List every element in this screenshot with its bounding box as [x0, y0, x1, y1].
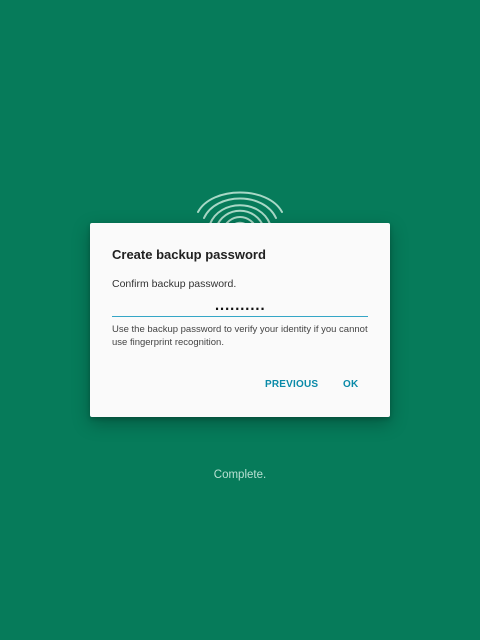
password-field[interactable]	[112, 296, 368, 317]
ok-button[interactable]: OK	[339, 377, 362, 392]
dialog-help-text: Use the backup password to verify your i…	[112, 324, 368, 348]
previous-button[interactable]: PREVIOUS	[261, 377, 322, 392]
status-text: Complete.	[213, 469, 267, 481]
dialog-title: Create backup password	[112, 247, 266, 262]
dialog-prompt: Confirm backup password.	[112, 278, 237, 290]
backup-password-dialog: Create backup password Confirm backup pa…	[90, 223, 390, 417]
